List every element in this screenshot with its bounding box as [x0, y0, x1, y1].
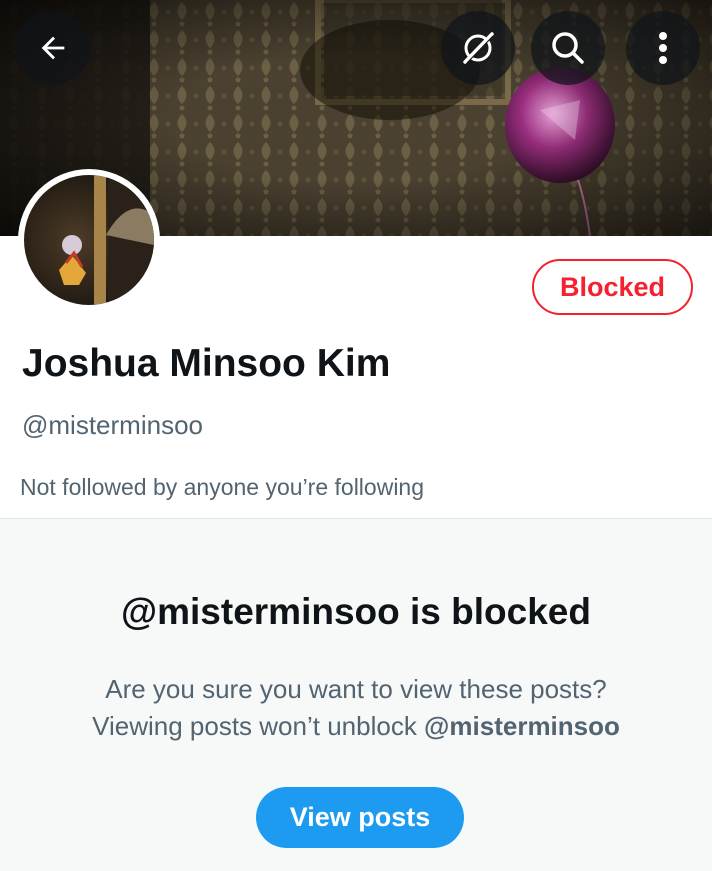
avatar-image: [24, 175, 154, 305]
search-button[interactable]: [531, 11, 605, 85]
blocked-notice-title: @misterminsoo is blocked: [121, 591, 591, 632]
arrow-left-icon: [36, 31, 70, 65]
blocked-notice-handle: @misterminsoo: [424, 711, 620, 741]
more-options-button[interactable]: [626, 11, 700, 85]
back-button[interactable]: [16, 11, 90, 85]
blocked-notice-line1: Are you sure you want to view these post…: [105, 674, 607, 704]
more-vertical-icon: [657, 30, 669, 66]
username-handle: @misterminsoo: [22, 410, 203, 440]
blocked-notice-line2: Viewing posts won’t unblock @misterminso…: [0, 708, 712, 745]
view-posts-button[interactable]: View posts: [256, 787, 464, 848]
grok-icon: [458, 28, 498, 68]
grok-button[interactable]: [441, 11, 515, 85]
blocked-notice-panel: @misterminsoo is blocked Are you sure yo…: [0, 518, 712, 871]
blocked-notice-line2-prefix: Viewing posts won’t unblock: [92, 711, 425, 741]
display-name: Joshua Minsoo Kim: [22, 342, 391, 385]
blocked-button[interactable]: Blocked: [532, 259, 693, 315]
avatar[interactable]: [18, 169, 160, 311]
search-icon: [548, 28, 588, 68]
followers-you-know-note[interactable]: Not followed by anyone you’re following: [20, 474, 424, 501]
blocked-notice-body: Are you sure you want to view these post…: [0, 671, 712, 745]
